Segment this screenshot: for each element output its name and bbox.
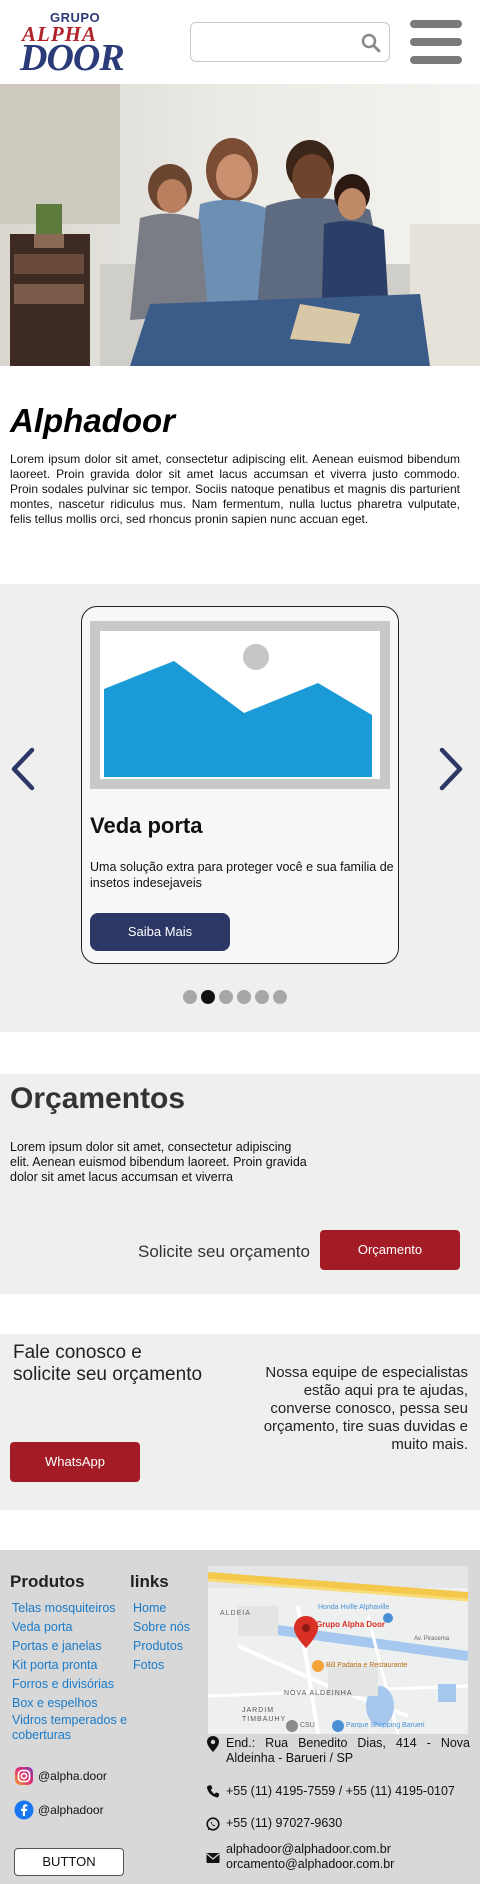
fale-conosco-title: Fale conosco e solicite seu orçamento bbox=[13, 1342, 203, 1385]
product-carousel: Veda porta Uma solução extra para proteg… bbox=[0, 584, 480, 1032]
email-envelope-icon bbox=[206, 1853, 220, 1863]
site-footer: Produtos links Telas mosquiteiros Veda p… bbox=[0, 1550, 480, 1884]
footer-link-telas-mosquiteiros[interactable]: Telas mosquiteiros bbox=[12, 1599, 130, 1618]
orcamentos-title: Orçamentos bbox=[10, 1082, 186, 1115]
search-input[interactable] bbox=[199, 31, 349, 55]
facebook-handle: @alphadoor bbox=[38, 1803, 104, 1817]
phone-icon bbox=[206, 1785, 220, 1798]
footer-link-sobre-nos[interactable]: Sobre nós bbox=[133, 1618, 203, 1637]
footer-link-kit-porta-pronta[interactable]: Kit porta pronta bbox=[12, 1656, 130, 1675]
facebook-link[interactable]: @alphadoor bbox=[14, 1800, 164, 1822]
menu-bar bbox=[410, 56, 462, 64]
map-label: JARDIM TIMBAUHY bbox=[242, 1707, 287, 1723]
map-label: Av. Piracema bbox=[414, 1636, 450, 1642]
map-label: CSU bbox=[300, 1722, 315, 1729]
alphadoor-logo[interactable]: GRUPO ALPHA DOOR bbox=[18, 8, 125, 79]
site-header: GRUPO ALPHA DOOR bbox=[0, 0, 480, 84]
address-text: End.: Rua Benedito Dias, 414 - Nova Alde… bbox=[226, 1736, 470, 1765]
location-map[interactable]: Grupo Alpha Door Honda Hville Alphaville… bbox=[208, 1566, 468, 1734]
menu-bar bbox=[410, 20, 462, 28]
hero-image bbox=[0, 84, 480, 366]
orcamentos-section: Orçamentos Lorem ipsum dolor sit amet, c… bbox=[0, 1074, 480, 1294]
footer-produtos-list: Telas mosquiteiros Veda porta Portas e j… bbox=[12, 1599, 130, 1743]
hero-family-photo bbox=[0, 84, 480, 366]
card-description: Uma solução extra para proteger você e s… bbox=[90, 860, 394, 890]
carousel-dot[interactable] bbox=[255, 990, 269, 1004]
menu-hamburger-icon[interactable] bbox=[410, 20, 462, 64]
footer-links-title: links bbox=[130, 1572, 169, 1591]
contact-whatsapp: +55 (11) 97027-9630 bbox=[206, 1816, 470, 1832]
map-label: ALDEIA bbox=[220, 1610, 251, 1617]
instagram-handle: @alpha.door bbox=[38, 1769, 107, 1783]
footer-link-fotos[interactable]: Fotos bbox=[133, 1656, 203, 1675]
carousel-prev-chevron-left-icon[interactable] bbox=[8, 746, 38, 792]
fale-conosco-paragraph: Nossa equipe de especialistas estão aqui… bbox=[263, 1364, 468, 1453]
card-image-placeholder bbox=[90, 621, 390, 789]
menu-bar bbox=[410, 38, 462, 46]
footer-link-portas-janelas[interactable]: Portas e janelas bbox=[12, 1637, 130, 1656]
footer-link-home[interactable]: Home bbox=[133, 1599, 203, 1618]
card-image-frame bbox=[100, 631, 380, 779]
instagram-icon bbox=[15, 1767, 33, 1785]
map-label: Parque Shopping Barueri bbox=[346, 1722, 425, 1729]
facebook-icon bbox=[14, 1800, 34, 1820]
map-label: Bill Padaria e Restaurante bbox=[326, 1662, 408, 1669]
whatsapp-button[interactable]: WhatsApp bbox=[10, 1442, 140, 1482]
fale-conosco-section: Fale conosco e solicite seu orçamento No… bbox=[0, 1334, 480, 1510]
orcamentos-cta-text: Solicite seu orçamento bbox=[138, 1242, 310, 1261]
carousel-next-chevron-right-icon[interactable] bbox=[436, 746, 466, 792]
map-label: Honda Hville Alphaville bbox=[318, 1604, 390, 1611]
whatsapp-icon bbox=[206, 1817, 220, 1831]
orcamento-button[interactable]: Orçamento bbox=[320, 1230, 460, 1270]
footer-produtos-title: Produtos bbox=[10, 1572, 85, 1591]
whatsapp-number-text[interactable]: +55 (11) 97027-9630 bbox=[226, 1816, 342, 1831]
logo-door-text: DOOR bbox=[20, 37, 125, 79]
carousel-dot[interactable] bbox=[183, 990, 197, 1004]
map-label: NOVA ALDEINHA bbox=[284, 1690, 353, 1697]
carousel-dot[interactable] bbox=[237, 990, 251, 1004]
instagram-link[interactable]: @alpha.door bbox=[14, 1766, 164, 1788]
about-paragraph: Lorem ipsum dolor sit amet, consectetur … bbox=[10, 452, 460, 526]
orcamentos-paragraph: Lorem ipsum dolor sit amet, consectetur … bbox=[10, 1140, 307, 1184]
contact-phone: +55 (11) 4195-7559 / +55 (11) 4195-0107 bbox=[206, 1784, 470, 1800]
location-pin-icon bbox=[207, 1736, 219, 1752]
search-box[interactable] bbox=[190, 22, 390, 62]
search-icon[interactable] bbox=[361, 33, 381, 53]
footer-links-list: Home Sobre nós Produtos Fotos bbox=[133, 1599, 203, 1675]
carousel-pagination bbox=[183, 990, 293, 1004]
carousel-card: Veda porta Uma solução extra para proteg… bbox=[81, 606, 399, 964]
footer-link-vidros-temperados[interactable]: Vidros temperados e coberturas bbox=[12, 1713, 130, 1743]
phones-text[interactable]: +55 (11) 4195-7559 / +55 (11) 4195-0107 bbox=[226, 1784, 455, 1799]
carousel-dot[interactable] bbox=[273, 990, 287, 1004]
map-pin-label: Grupo Alpha Door bbox=[316, 1620, 386, 1629]
footer-link-box-espelhos[interactable]: Box e espelhos bbox=[12, 1694, 130, 1713]
saiba-mais-button[interactable]: Saiba Mais bbox=[90, 913, 230, 951]
footer-link-veda-porta[interactable]: Veda porta bbox=[12, 1618, 130, 1637]
contact-email: alphadoor@alphadoor.com.br orcamento@alp… bbox=[206, 1842, 470, 1872]
email-1-text[interactable]: alphadoor@alphadoor.com.br bbox=[226, 1842, 391, 1857]
contact-address: End.: Rua Benedito Dias, 414 - Nova Alde… bbox=[206, 1736, 470, 1766]
carousel-dot[interactable] bbox=[219, 990, 233, 1004]
footer-link-produtos[interactable]: Produtos bbox=[133, 1637, 203, 1656]
footer-link-forros-divisorias[interactable]: Forros e divisórias bbox=[12, 1675, 130, 1694]
carousel-dot-active[interactable] bbox=[201, 990, 215, 1004]
about-title: Alphadoor bbox=[10, 402, 175, 439]
email-2-text[interactable]: orcamento@alphadoor.com.br bbox=[226, 1857, 394, 1872]
image-placeholder-icon bbox=[104, 644, 372, 777]
card-title: Veda porta bbox=[90, 813, 203, 838]
footer-button[interactable]: BUTTON bbox=[14, 1848, 124, 1876]
